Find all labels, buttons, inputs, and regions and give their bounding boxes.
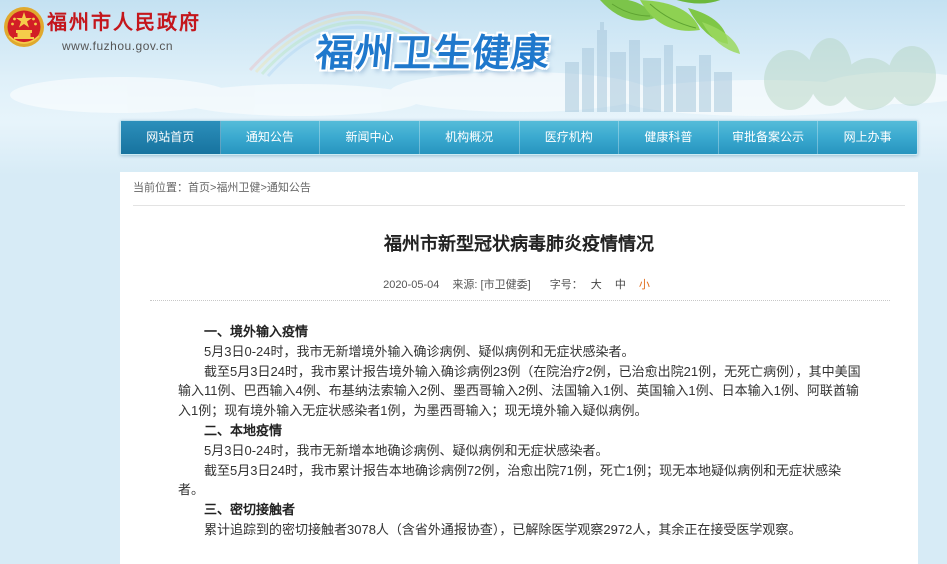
font-size-label: 字号： <box>549 279 583 291</box>
main-nav: 网站首页 通知公告 新闻中心 机构概况 医疗机构 健康科普 审批备案公示 网上办… <box>120 120 918 155</box>
paragraph: 5月3日0-24时，我市无新增境外输入确诊病例、疑似病例和无症状感染者。 <box>204 343 635 359</box>
paragraph: 截至5月3日24时，我市累计报告境外输入确诊病例23例（在院治疗2例，已治愈出院… <box>178 363 861 419</box>
nav-item-medical-institutions[interactable]: 医疗机构 <box>520 121 620 154</box>
nav-item-online-services[interactable]: 网上办事 <box>818 121 917 154</box>
section-heading: 一、境外输入疫情 <box>204 324 309 339</box>
breadcrumb-divider <box>133 205 905 206</box>
skyline-decoration <box>565 22 732 112</box>
site-title: 福州卫生健康 <box>314 33 552 75</box>
breadcrumb-link-fuzhou-health[interactable]: 福州卫健 <box>216 182 260 194</box>
article-body: 一、境外输入疫情 5月3日0-24时，我市无新增境外输入确诊病例、疑似病例和无症… <box>178 322 864 540</box>
font-size-large-button[interactable]: 大 <box>591 279 602 291</box>
gov-logo-link[interactable]: 福州市人民政府 www.fuzhou.gov.cn <box>3 4 213 54</box>
source-label: 来源: <box>452 279 478 291</box>
font-size-medium-button[interactable]: 中 <box>615 279 626 291</box>
breadcrumb: 当前位置：首页>福州卫健>通知公告 <box>133 180 311 196</box>
nav-item-notices[interactable]: 通知公告 <box>221 121 321 154</box>
source-value: [市卫健委] <box>480 279 531 291</box>
article-title: 福州市新型冠状病毒肺炎疫情情况 <box>384 234 654 254</box>
breadcrumb-prefix: 当前位置： <box>133 182 188 194</box>
paragraph: 截至5月3日24时，我市累计报告本地确诊病例72例，治愈出院71例，死亡1例；现… <box>178 462 842 498</box>
nav-item-health-science[interactable]: 健康科普 <box>619 121 719 154</box>
font-size-small-button[interactable]: 小 <box>639 279 650 291</box>
national-emblem-icon <box>4 7 44 47</box>
article-date: 2020-05-04 <box>383 279 440 291</box>
section-heading: 二、本地疫情 <box>204 422 283 438</box>
article-meta: 2020-05-04 来源: [市卫健委] 字号： 大 中 小 <box>120 277 918 293</box>
nav-item-approval-publicity[interactable]: 审批备案公示 <box>719 121 819 154</box>
nav-item-news[interactable]: 新闻中心 <box>320 121 420 154</box>
nav-item-about[interactable]: 机构概况 <box>420 121 520 154</box>
section-heading: 三、密切接触者 <box>204 502 296 518</box>
nav-item-home[interactable]: 网站首页 <box>121 121 221 154</box>
breadcrumb-link-home[interactable]: 首页 <box>188 182 210 194</box>
tree-decoration <box>764 38 936 110</box>
meta-divider <box>150 300 890 301</box>
content-panel: 当前位置：首页>福州卫健>通知公告 福州市新型冠状病毒肺炎疫情情况 2020-0… <box>120 172 918 564</box>
paragraph: 5月3日0-24时，我市无新增本地确诊病例、疑似病例和无症状感染者。 <box>204 442 609 458</box>
gov-url: www.fuzhou.gov.cn <box>62 39 173 53</box>
gov-name: 福州市人民政府 <box>47 12 201 34</box>
breadcrumb-link-notices[interactable]: 通知公告 <box>267 182 311 194</box>
paragraph: 累计追踪到的密切接触者3078人（含省外通报协查），已解除医学观察2972人，其… <box>204 521 802 537</box>
